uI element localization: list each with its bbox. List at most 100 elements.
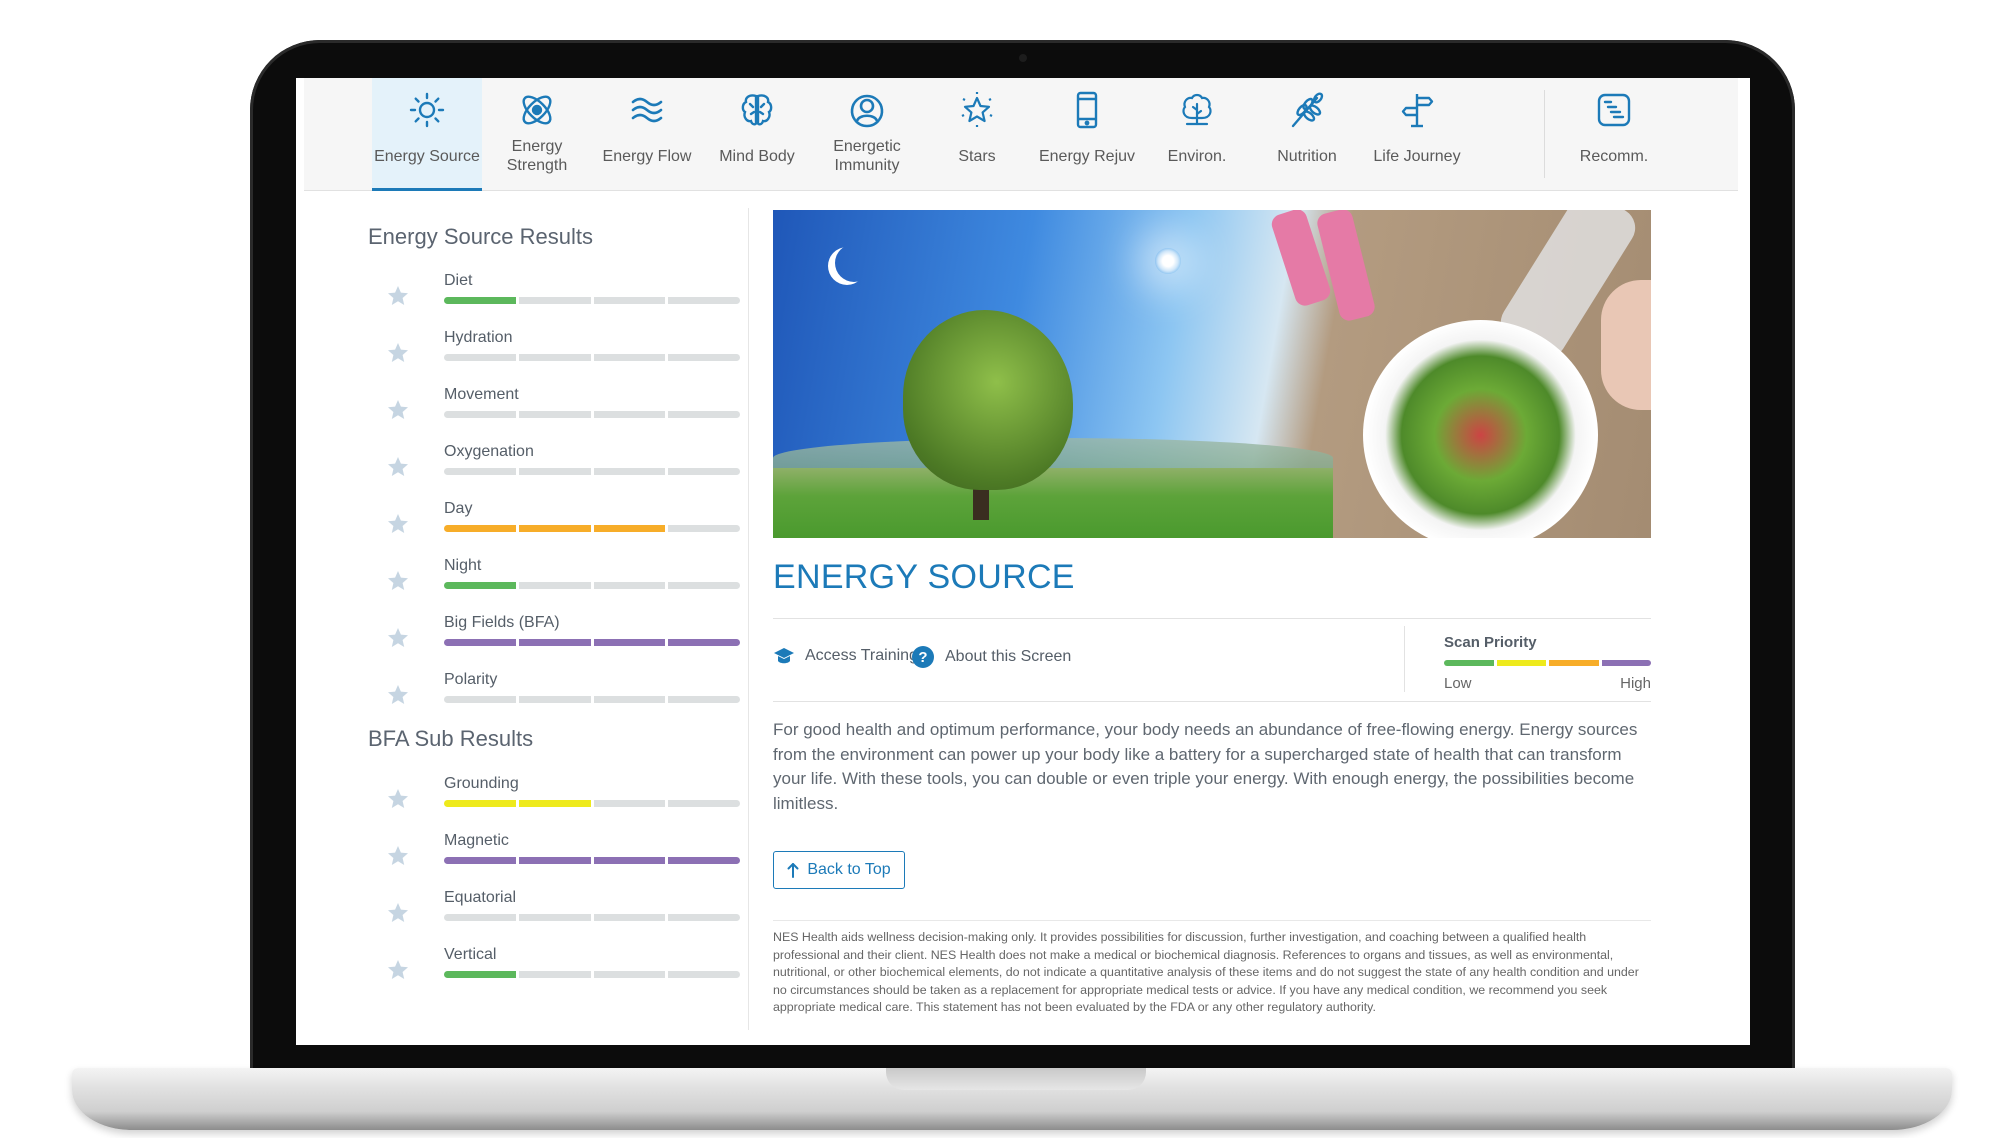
result-item[interactable]: Movement — [386, 386, 766, 436]
scan-priority-title: Scan Priority — [1444, 634, 1537, 651]
nav-divider — [1544, 90, 1545, 178]
level-segment — [668, 696, 740, 703]
star-icon — [961, 92, 993, 127]
result-item[interactable]: Magnetic — [386, 832, 766, 882]
results-panel: Energy Source Results Diet Hydration Movem… — [368, 190, 758, 1045]
hero-moon — [835, 244, 873, 282]
level-segment — [593, 696, 666, 703]
app-screen: Energy Source Energy Strength Energy Flo… — [296, 78, 1750, 1045]
camera — [1018, 54, 1027, 62]
level-segment — [518, 914, 591, 921]
result-item[interactable]: Diet — [386, 272, 766, 322]
level-segment — [444, 297, 516, 304]
result-level-bar — [444, 800, 740, 807]
tab-label: Recomm. — [1579, 147, 1649, 165]
access-training-label: Access Training — [805, 647, 918, 664]
result-item[interactable]: Grounding — [386, 775, 766, 825]
result-name: Hydration — [444, 329, 513, 346]
hero-jump-rope-handle — [1315, 210, 1377, 323]
result-item[interactable]: Big Fields (BFA) — [386, 614, 766, 664]
tab-label: Life Journey — [1373, 147, 1461, 165]
result-item[interactable]: Day — [386, 500, 766, 550]
level-segment — [518, 696, 591, 703]
scan-scale-segment — [1549, 660, 1599, 666]
result-level-bar — [444, 411, 740, 418]
description: For good health and optimum performance,… — [773, 720, 1638, 813]
star-icon[interactable] — [386, 958, 410, 982]
star-icon[interactable] — [386, 626, 410, 650]
result-item[interactable]: Night — [386, 557, 766, 607]
hero-image — [773, 210, 1651, 538]
level-segment — [668, 971, 740, 978]
result-item[interactable]: Equatorial — [386, 889, 766, 939]
star-icon[interactable] — [386, 569, 410, 593]
result-name: Diet — [444, 272, 473, 289]
person-circle-icon — [850, 94, 884, 128]
tab-energy-flow[interactable]: Energy Flow — [592, 78, 702, 190]
panel-divider — [748, 208, 749, 1030]
graduation-cap-icon — [774, 648, 794, 664]
hero-sun — [1155, 248, 1181, 274]
tab-life-journey[interactable]: Life Journey — [1362, 78, 1472, 190]
tab-label: Environ. — [1167, 147, 1227, 165]
star-icon[interactable] — [386, 455, 410, 479]
level-segment — [518, 468, 591, 475]
level-segment — [444, 914, 516, 921]
sun-icon — [409, 92, 445, 128]
tab-mind-body[interactable]: Mind Body — [702, 78, 812, 190]
tab-environ[interactable]: Environ. — [1142, 78, 1252, 190]
result-name: Night — [444, 557, 482, 574]
level-segment — [518, 857, 591, 864]
level-segment — [518, 800, 591, 807]
star-icon[interactable] — [386, 398, 410, 422]
level-segment — [668, 297, 740, 304]
level-segment — [593, 800, 666, 807]
tab-energetic-immunity[interactable]: Energetic Immunity — [812, 78, 922, 190]
star-icon[interactable] — [386, 341, 410, 365]
tab-recomm[interactable]: Recomm. — [1559, 78, 1669, 190]
level-segment — [668, 411, 740, 418]
about-screen-link[interactable]: ? About this Screen — [911, 645, 1071, 669]
tab-stars[interactable]: Stars — [922, 78, 1032, 190]
result-item[interactable]: Hydration — [386, 329, 766, 379]
level-segment — [444, 800, 516, 807]
star-icon[interactable] — [386, 512, 410, 536]
star-icon[interactable] — [386, 901, 410, 925]
star-icon[interactable] — [386, 787, 410, 811]
result-item[interactable]: Polarity — [386, 671, 766, 721]
result-item[interactable]: Vertical — [386, 946, 766, 996]
atom-icon — [522, 95, 552, 125]
level-segment — [518, 297, 591, 304]
level-segment — [444, 971, 516, 978]
arrow-up-icon — [787, 863, 799, 878]
level-segment — [593, 857, 666, 864]
level-segment — [518, 525, 591, 532]
top-nav: Energy Source Energy Strength Energy Flo… — [304, 78, 1738, 191]
access-training-link[interactable]: Access Training — [773, 645, 918, 667]
result-name: Big Fields (BFA) — [444, 614, 560, 631]
back-to-top-button[interactable]: Back to Top — [773, 851, 905, 889]
level-segment — [518, 639, 591, 646]
level-segment — [668, 639, 740, 646]
result-name: Movement — [444, 386, 519, 403]
tab-nutrition[interactable]: Nutrition — [1252, 78, 1362, 190]
hero-field — [773, 468, 1333, 538]
divider — [773, 618, 1651, 619]
tab-label: Stars — [958, 147, 996, 165]
level-segment — [593, 639, 666, 646]
star-icon[interactable] — [386, 683, 410, 707]
star-icon[interactable] — [386, 284, 410, 308]
tab-energy-strength[interactable]: Energy Strength — [482, 78, 592, 190]
tab-energy-source[interactable]: Energy Source — [372, 78, 482, 191]
result-name: Equatorial — [444, 889, 517, 906]
result-item[interactable]: Oxygenation — [386, 443, 766, 493]
tab-energy-rejuv[interactable]: Energy Rejuv — [1032, 78, 1142, 190]
result-name: Polarity — [444, 671, 498, 688]
signpost-icon — [1401, 94, 1434, 128]
star-icon[interactable] — [386, 844, 410, 868]
level-segment — [518, 411, 591, 418]
tab-label: Nutrition — [1277, 147, 1337, 165]
laptop-notch — [886, 1068, 1146, 1090]
result-level-bar — [444, 468, 740, 475]
result-name: Oxygenation — [444, 443, 534, 460]
